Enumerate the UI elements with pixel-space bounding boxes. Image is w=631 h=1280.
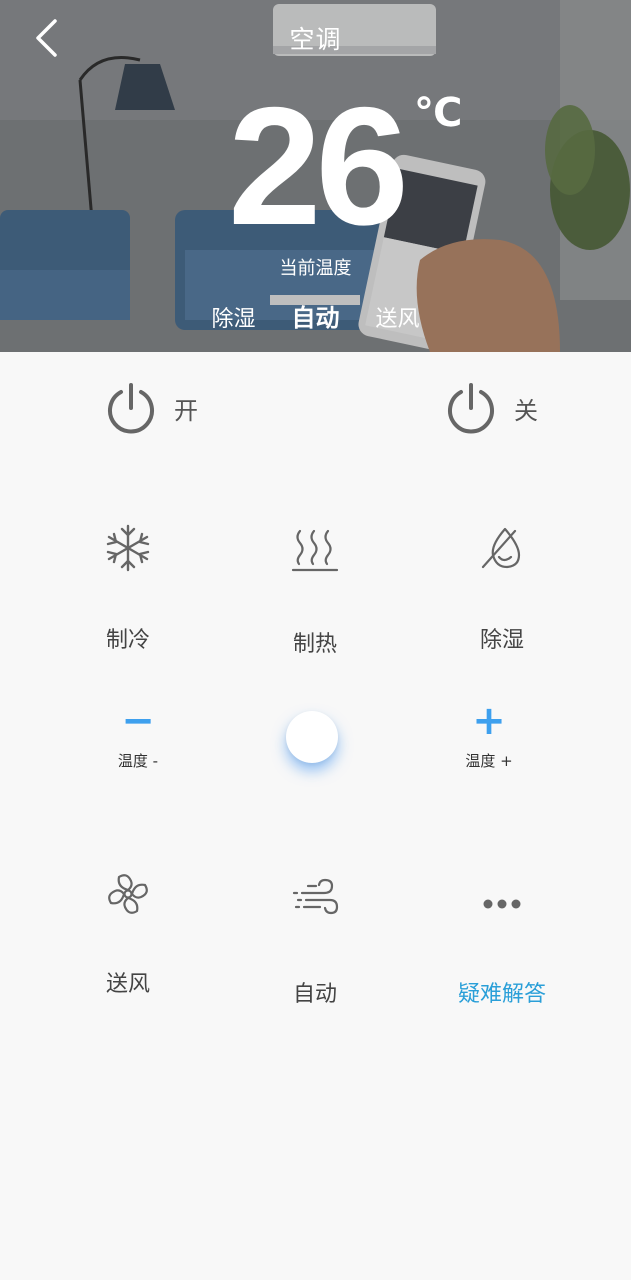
fan-label: 送风 xyxy=(105,972,150,997)
plus-icon: + xyxy=(472,698,506,744)
fan-icon xyxy=(108,874,148,914)
more-dots-icon xyxy=(483,899,521,909)
power-on-label: 开 xyxy=(174,396,198,425)
temperature-label: 当前温度 xyxy=(279,258,352,279)
faq-label: 疑难解答 xyxy=(457,982,546,1007)
auto-button[interactable]: 自动 xyxy=(215,868,415,1008)
power-icon xyxy=(108,383,154,434)
mode-fan[interactable]: 送风 xyxy=(358,301,438,333)
temperature-value: 26 xyxy=(228,72,409,260)
power-on-button[interactable]: 开 xyxy=(104,378,198,438)
water-drop-icon xyxy=(481,527,521,569)
power-off-button[interactable]: 关 xyxy=(444,378,538,438)
dehumidify-button[interactable]: 除湿 xyxy=(402,518,602,654)
heat-label: 制热 xyxy=(292,632,337,657)
faq-button[interactable]: 疑难解答 xyxy=(402,868,602,1008)
temperature-up-button[interactable]: + 温度 + xyxy=(429,696,549,771)
cool-label: 制冷 xyxy=(105,628,150,653)
snowflake-icon xyxy=(106,524,150,572)
mode-auto[interactable]: 自动 xyxy=(274,298,358,333)
auto-label: 自动 xyxy=(292,982,337,1007)
hero-banner: 空调 26 ℃ 当前温度 除湿 自动 送风 xyxy=(0,0,631,352)
dehumidify-label: 除湿 xyxy=(479,628,524,653)
heat-waves-icon xyxy=(291,529,339,572)
cool-button[interactable]: 制冷 xyxy=(28,518,228,654)
mode-dehumidify[interactable]: 除湿 xyxy=(193,301,273,333)
temperature-down-label: 温度 - xyxy=(117,752,159,770)
minus-icon: − xyxy=(121,698,155,744)
temperature-display: 26 xyxy=(0,72,631,260)
power-icon xyxy=(448,383,494,434)
heat-button[interactable]: 制热 xyxy=(215,518,415,658)
temperature-down-button[interactable]: − 温度 - xyxy=(78,696,198,771)
fan-button[interactable]: 送风 xyxy=(28,864,228,998)
page-title: 空调 xyxy=(289,25,342,54)
wind-icon xyxy=(292,878,339,915)
power-off-label: 关 xyxy=(514,396,538,425)
mode-selector: 除湿 自动 送风 xyxy=(0,298,631,333)
temperature-up-label: 温度 + xyxy=(465,752,513,770)
temperature-unit: ℃ xyxy=(414,90,463,136)
temperature-knob[interactable] xyxy=(286,711,338,763)
